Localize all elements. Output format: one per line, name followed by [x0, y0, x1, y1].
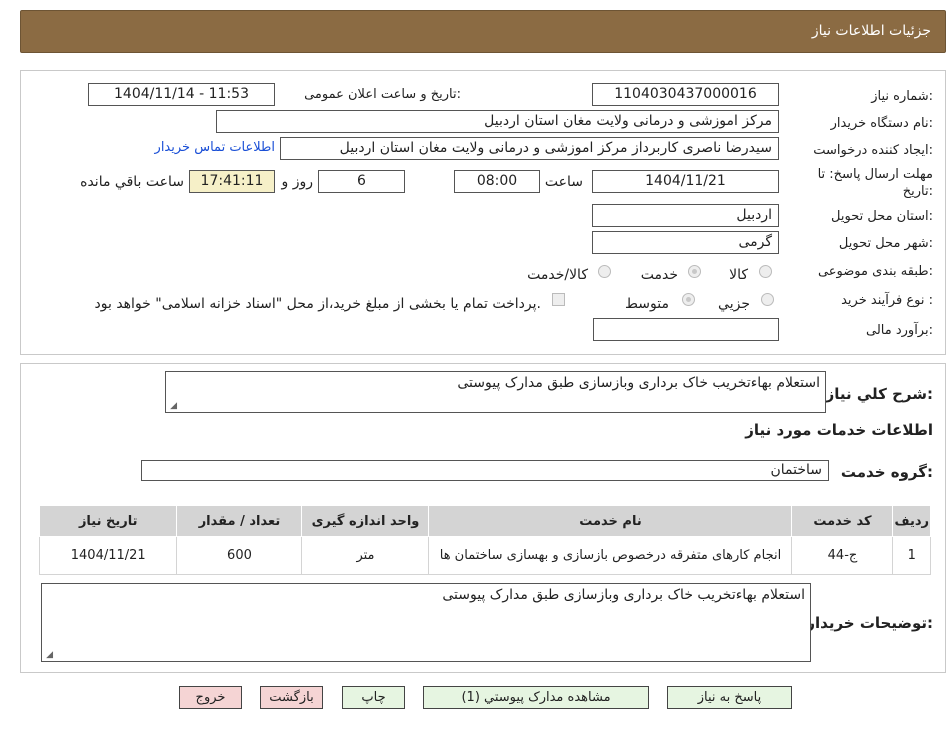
category-label: طبقه بندی موضوعی:	[817, 264, 933, 279]
creator-label: ایجاد کننده درخواست:	[813, 143, 933, 158]
buyer-notes-field: استعلام بهاءتخریب خاک برداری وبازسازی طب…	[41, 583, 811, 662]
category-radio-goods[interactable]	[759, 265, 772, 278]
need-number-field: 1104030437000016	[592, 83, 779, 106]
service-group-field: ساختمان	[141, 460, 829, 481]
table-header-row: ردیف کد خدمت نام خدمت واحد اندازه گیری ت…	[38, 505, 931, 537]
table-row: 1 ج-44 انجام کارهای متفرقه درخصوص بازساز…	[38, 536, 931, 575]
row-code: ج-44	[791, 536, 894, 575]
payment-note: پرداخت تمام یا بخشی از مبلغ خرید،از محل …	[94, 296, 541, 312]
process-option-medium: متوسط	[625, 296, 669, 312]
buyer-field: مرکز اموزشی و درمانی ولایت مغان استان ار…	[216, 110, 779, 133]
page-title: جزئیات اطلاعات نیاز	[811, 23, 931, 39]
service-group-label: گروه خدمت:	[840, 463, 933, 481]
services-table: ردیف کد خدمت نام خدمت واحد اندازه گیری ت…	[38, 505, 931, 575]
reply-button[interactable]: پاسخ به نیاز	[667, 686, 792, 709]
col-unit: واحد اندازه گیری	[301, 505, 430, 537]
back-button[interactable]: بازگشت	[260, 686, 323, 709]
page-header: جزئیات اطلاعات نیاز	[20, 10, 946, 53]
row-date: 1404/11/21	[38, 536, 178, 575]
category-radio-service[interactable]	[688, 265, 701, 278]
deadline-time-field: 08:00	[454, 170, 540, 193]
col-name: نام خدمت	[428, 505, 793, 537]
col-code: کد خدمت	[791, 505, 894, 537]
creator-field: سیدرضا ناصری کاربرداز مرکز اموزشی و درما…	[280, 137, 779, 160]
deadline-label: مهلت ارسال پاسخ: تا تاریخ:	[818, 166, 933, 200]
category-option-goods: کالا	[729, 267, 748, 283]
province-label: استان محل تحویل:	[831, 209, 933, 224]
budget-label: برآورد مالی:	[866, 323, 933, 338]
col-date: تاریخ نیاز	[38, 505, 178, 537]
services-section-title: اطلاعات خدمات مورد نیاز	[745, 421, 933, 439]
remaining-time-label: ساعت باقي مانده	[80, 174, 184, 190]
city-field: گرمی	[592, 231, 779, 254]
resize-grip-icon[interactable]: ◢	[45, 651, 53, 660]
col-index: ردیف	[892, 505, 931, 537]
deadline-date-field: 1404/11/21	[592, 170, 779, 193]
description-text: استعلام بهاءتخریب خاک برداری وبازسازی طب…	[457, 375, 820, 391]
buyer-notes-label: توضیحات خریدار:	[806, 614, 933, 632]
category-radio-goods-service[interactable]	[598, 265, 611, 278]
row-name: انجام کارهای متفرقه درخصوص بازسازی و بهس…	[428, 536, 793, 575]
city-label: شهر محل تحویل:	[838, 236, 933, 251]
need-number-label: شماره نیاز:	[871, 89, 933, 104]
remaining-time-field: 17:41:11	[189, 170, 275, 193]
buyer-notes-text: استعلام بهاءتخریب خاک برداری وبازسازی طب…	[442, 587, 805, 603]
col-quantity: تعداد / مقدار	[176, 505, 303, 537]
treasury-checkbox[interactable]	[552, 293, 565, 306]
deadline-label-line1: مهلت ارسال پاسخ: تا	[817, 167, 933, 182]
row-index: 1	[892, 536, 931, 575]
budget-field[interactable]	[593, 318, 779, 341]
announce-field: 1404/11/14 - 11:53	[88, 83, 275, 106]
row-unit: متر	[301, 536, 430, 575]
deadline-time-label: ساعت	[544, 174, 583, 190]
province-field: اردبیل	[592, 204, 779, 227]
row-quantity: 600	[176, 536, 303, 575]
days-label: روز و	[281, 174, 314, 190]
resize-grip-icon[interactable]: ◢	[169, 402, 177, 411]
process-radio-minor[interactable]	[761, 293, 774, 306]
process-label: نوع فرآیند خرید :	[841, 293, 933, 308]
process-option-minor: جزيي	[718, 296, 750, 312]
deadline-label-line2: تاریخ:	[902, 184, 933, 199]
view-attachments-button[interactable]: مشاهده مدارک پیوستي (1)	[423, 686, 649, 709]
print-button[interactable]: چاپ	[342, 686, 405, 709]
category-option-goods-service: کالا/خدمت	[527, 267, 588, 283]
category-option-service: خدمت	[640, 267, 678, 283]
announce-label: تاریخ و ساعت اعلان عمومی:	[304, 87, 461, 102]
days-remaining-field: 6	[318, 170, 405, 193]
description-field: استعلام بهاءتخریب خاک برداری وبازسازی طب…	[165, 371, 826, 413]
description-label: شرح کلي نیاز:	[825, 385, 933, 403]
exit-button[interactable]: خروج	[179, 686, 242, 709]
buyer-label: نام دستگاه خریدار:	[830, 116, 933, 131]
buyer-contact-link[interactable]: اطلاعات تماس خریدار	[155, 140, 275, 155]
process-radio-medium[interactable]	[682, 293, 695, 306]
